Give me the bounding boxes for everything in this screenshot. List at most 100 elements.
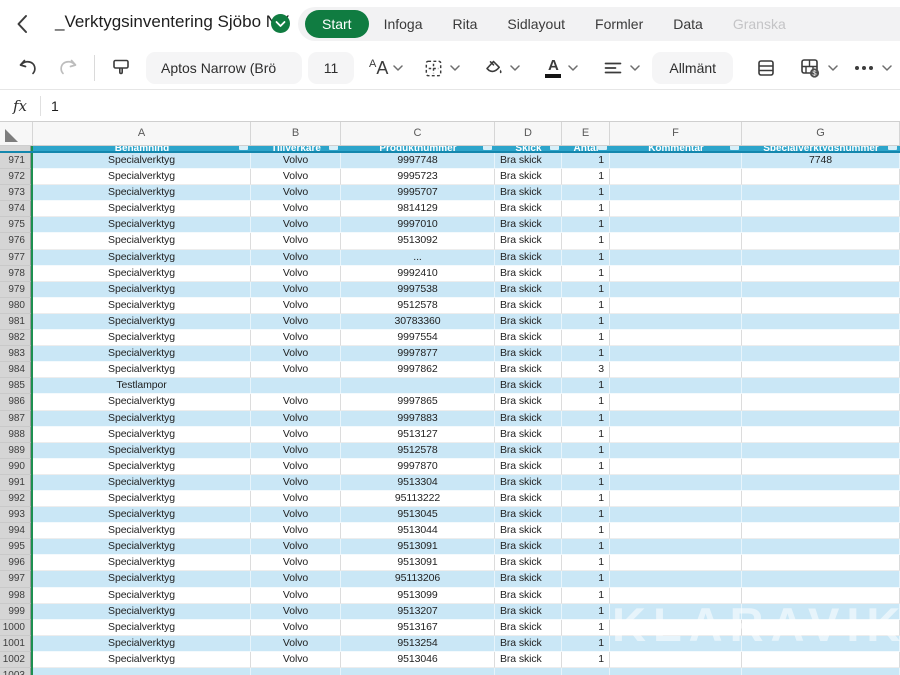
cell-C986[interactable]: 9997865 xyxy=(341,394,495,410)
row-number[interactable]: 982 xyxy=(0,330,31,346)
cell-C974[interactable]: 9814129 xyxy=(341,201,495,217)
cell-D971[interactable]: Bra skick xyxy=(495,153,562,169)
cell-E973[interactable]: 1 xyxy=(562,185,610,201)
cell-F983[interactable] xyxy=(610,346,742,362)
cell-G994[interactable] xyxy=(742,523,900,539)
frozen-header-cell[interactable]: Benämning xyxy=(33,146,251,151)
cell-C978[interactable]: 9992410 xyxy=(341,266,495,282)
cell-G995[interactable] xyxy=(742,539,900,555)
cell-F994[interactable] xyxy=(610,523,742,539)
cell-A978[interactable]: Specialverktyg xyxy=(33,266,251,282)
row-number[interactable]: 977 xyxy=(0,250,31,266)
cell-G998[interactable] xyxy=(742,588,900,604)
cell-G988[interactable] xyxy=(742,427,900,443)
cell-D973[interactable]: Bra skick xyxy=(495,185,562,201)
cell-F973[interactable] xyxy=(610,185,742,201)
tab-start[interactable]: Start xyxy=(305,10,369,38)
cell-F972[interactable] xyxy=(610,169,742,185)
fill-color-dropdown[interactable] xyxy=(481,56,520,80)
cell-F992[interactable] xyxy=(610,491,742,507)
cell-B985[interactable] xyxy=(251,378,341,394)
cell-C995[interactable]: 9513091 xyxy=(341,539,495,555)
cell-C980[interactable]: 9512578 xyxy=(341,298,495,314)
cell-A977[interactable]: Specialverktyg xyxy=(33,250,251,266)
filter-dropdown-icon[interactable] xyxy=(598,146,607,150)
cell-D982[interactable]: Bra skick xyxy=(495,330,562,346)
cell-style-dropdown[interactable]: $ xyxy=(797,55,838,81)
cell-D992[interactable]: Bra skick xyxy=(495,491,562,507)
cell-E987[interactable]: 1 xyxy=(562,411,610,427)
cell-D981[interactable]: Bra skick xyxy=(495,314,562,330)
back-button[interactable] xyxy=(12,13,34,35)
cell-C982[interactable]: 9997554 xyxy=(341,330,495,346)
cell-C1003[interactable] xyxy=(341,668,495,675)
cell-E998[interactable]: 1 xyxy=(562,588,610,604)
cell-E986[interactable]: 1 xyxy=(562,394,610,410)
row-number[interactable]: 1001 xyxy=(0,636,31,652)
cell-F998[interactable] xyxy=(610,588,742,604)
cell-G996[interactable] xyxy=(742,555,900,571)
cell-E979[interactable]: 1 xyxy=(562,282,610,298)
row-number[interactable]: 973 xyxy=(0,185,31,201)
cell-B994[interactable]: Volvo xyxy=(251,523,341,539)
column-header-D[interactable]: D xyxy=(495,122,562,145)
row-number[interactable]: 980 xyxy=(0,298,31,314)
cell-F982[interactable] xyxy=(610,330,742,346)
cell-F976[interactable] xyxy=(610,233,742,249)
filter-dropdown-icon[interactable] xyxy=(730,146,739,150)
cell-D995[interactable]: Bra skick xyxy=(495,539,562,555)
cell-D991[interactable]: Bra skick xyxy=(495,475,562,491)
cell-G987[interactable] xyxy=(742,411,900,427)
cell-D979[interactable]: Bra skick xyxy=(495,282,562,298)
cell-B975[interactable]: Volvo xyxy=(251,217,341,233)
cell-E1001[interactable]: 1 xyxy=(562,636,610,652)
cell-A996[interactable]: Specialverktyg xyxy=(33,555,251,571)
cell-G979[interactable] xyxy=(742,282,900,298)
cell-B989[interactable]: Volvo xyxy=(251,443,341,459)
cell-C999[interactable]: 9513207 xyxy=(341,604,495,620)
cell-C979[interactable]: 9997538 xyxy=(341,282,495,298)
row-number[interactable]: 975 xyxy=(0,217,31,233)
row-number[interactable]: 978 xyxy=(0,266,31,282)
row-number[interactable]: 992 xyxy=(0,491,31,507)
cell-D978[interactable]: Bra skick xyxy=(495,266,562,282)
cell-B1002[interactable]: Volvo xyxy=(251,652,341,668)
cell-F1003[interactable] xyxy=(610,668,742,675)
cell-G975[interactable] xyxy=(742,217,900,233)
cell-E1002[interactable]: 1 xyxy=(562,652,610,668)
cell-B992[interactable]: Volvo xyxy=(251,491,341,507)
cell-C987[interactable]: 9997883 xyxy=(341,411,495,427)
cell-B986[interactable]: Volvo xyxy=(251,394,341,410)
cell-B977[interactable]: Volvo xyxy=(251,250,341,266)
filter-dropdown-icon[interactable] xyxy=(550,146,559,150)
row-number[interactable]: 991 xyxy=(0,475,31,491)
cell-F980[interactable] xyxy=(610,298,742,314)
cell-C997[interactable]: 95113206 xyxy=(341,571,495,587)
document-title[interactable]: _Verktygsinventering Sjöbo NY xyxy=(55,12,289,32)
cell-D998[interactable]: Bra skick xyxy=(495,588,562,604)
more-options-dropdown[interactable] xyxy=(855,64,892,72)
cell-F991[interactable] xyxy=(610,475,742,491)
cell-E985[interactable]: 1 xyxy=(562,378,610,394)
row-number[interactable]: 995 xyxy=(0,539,31,555)
cell-B976[interactable]: Volvo xyxy=(251,233,341,249)
cell-E980[interactable]: 1 xyxy=(562,298,610,314)
cell-E995[interactable]: 1 xyxy=(562,539,610,555)
cell-E997[interactable]: 1 xyxy=(562,571,610,587)
cell-F981[interactable] xyxy=(610,314,742,330)
row-number[interactable]: 979 xyxy=(0,282,31,298)
cell-B972[interactable]: Volvo xyxy=(251,169,341,185)
cell-F978[interactable] xyxy=(610,266,742,282)
cell-C989[interactable]: 9512578 xyxy=(341,443,495,459)
cell-B1000[interactable]: Volvo xyxy=(251,620,341,636)
cell-A989[interactable]: Specialverktyg xyxy=(33,443,251,459)
tab-granska[interactable]: Granska xyxy=(718,16,801,32)
row-number[interactable]: 984 xyxy=(0,362,31,378)
cell-C972[interactable]: 9995723 xyxy=(341,169,495,185)
cell-F989[interactable] xyxy=(610,443,742,459)
cell-G974[interactable] xyxy=(742,201,900,217)
cell-A975[interactable]: Specialverktyg xyxy=(33,217,251,233)
cell-D974[interactable]: Bra skick xyxy=(495,201,562,217)
cell-C998[interactable]: 9513099 xyxy=(341,588,495,604)
cell-C1000[interactable]: 9513167 xyxy=(341,620,495,636)
